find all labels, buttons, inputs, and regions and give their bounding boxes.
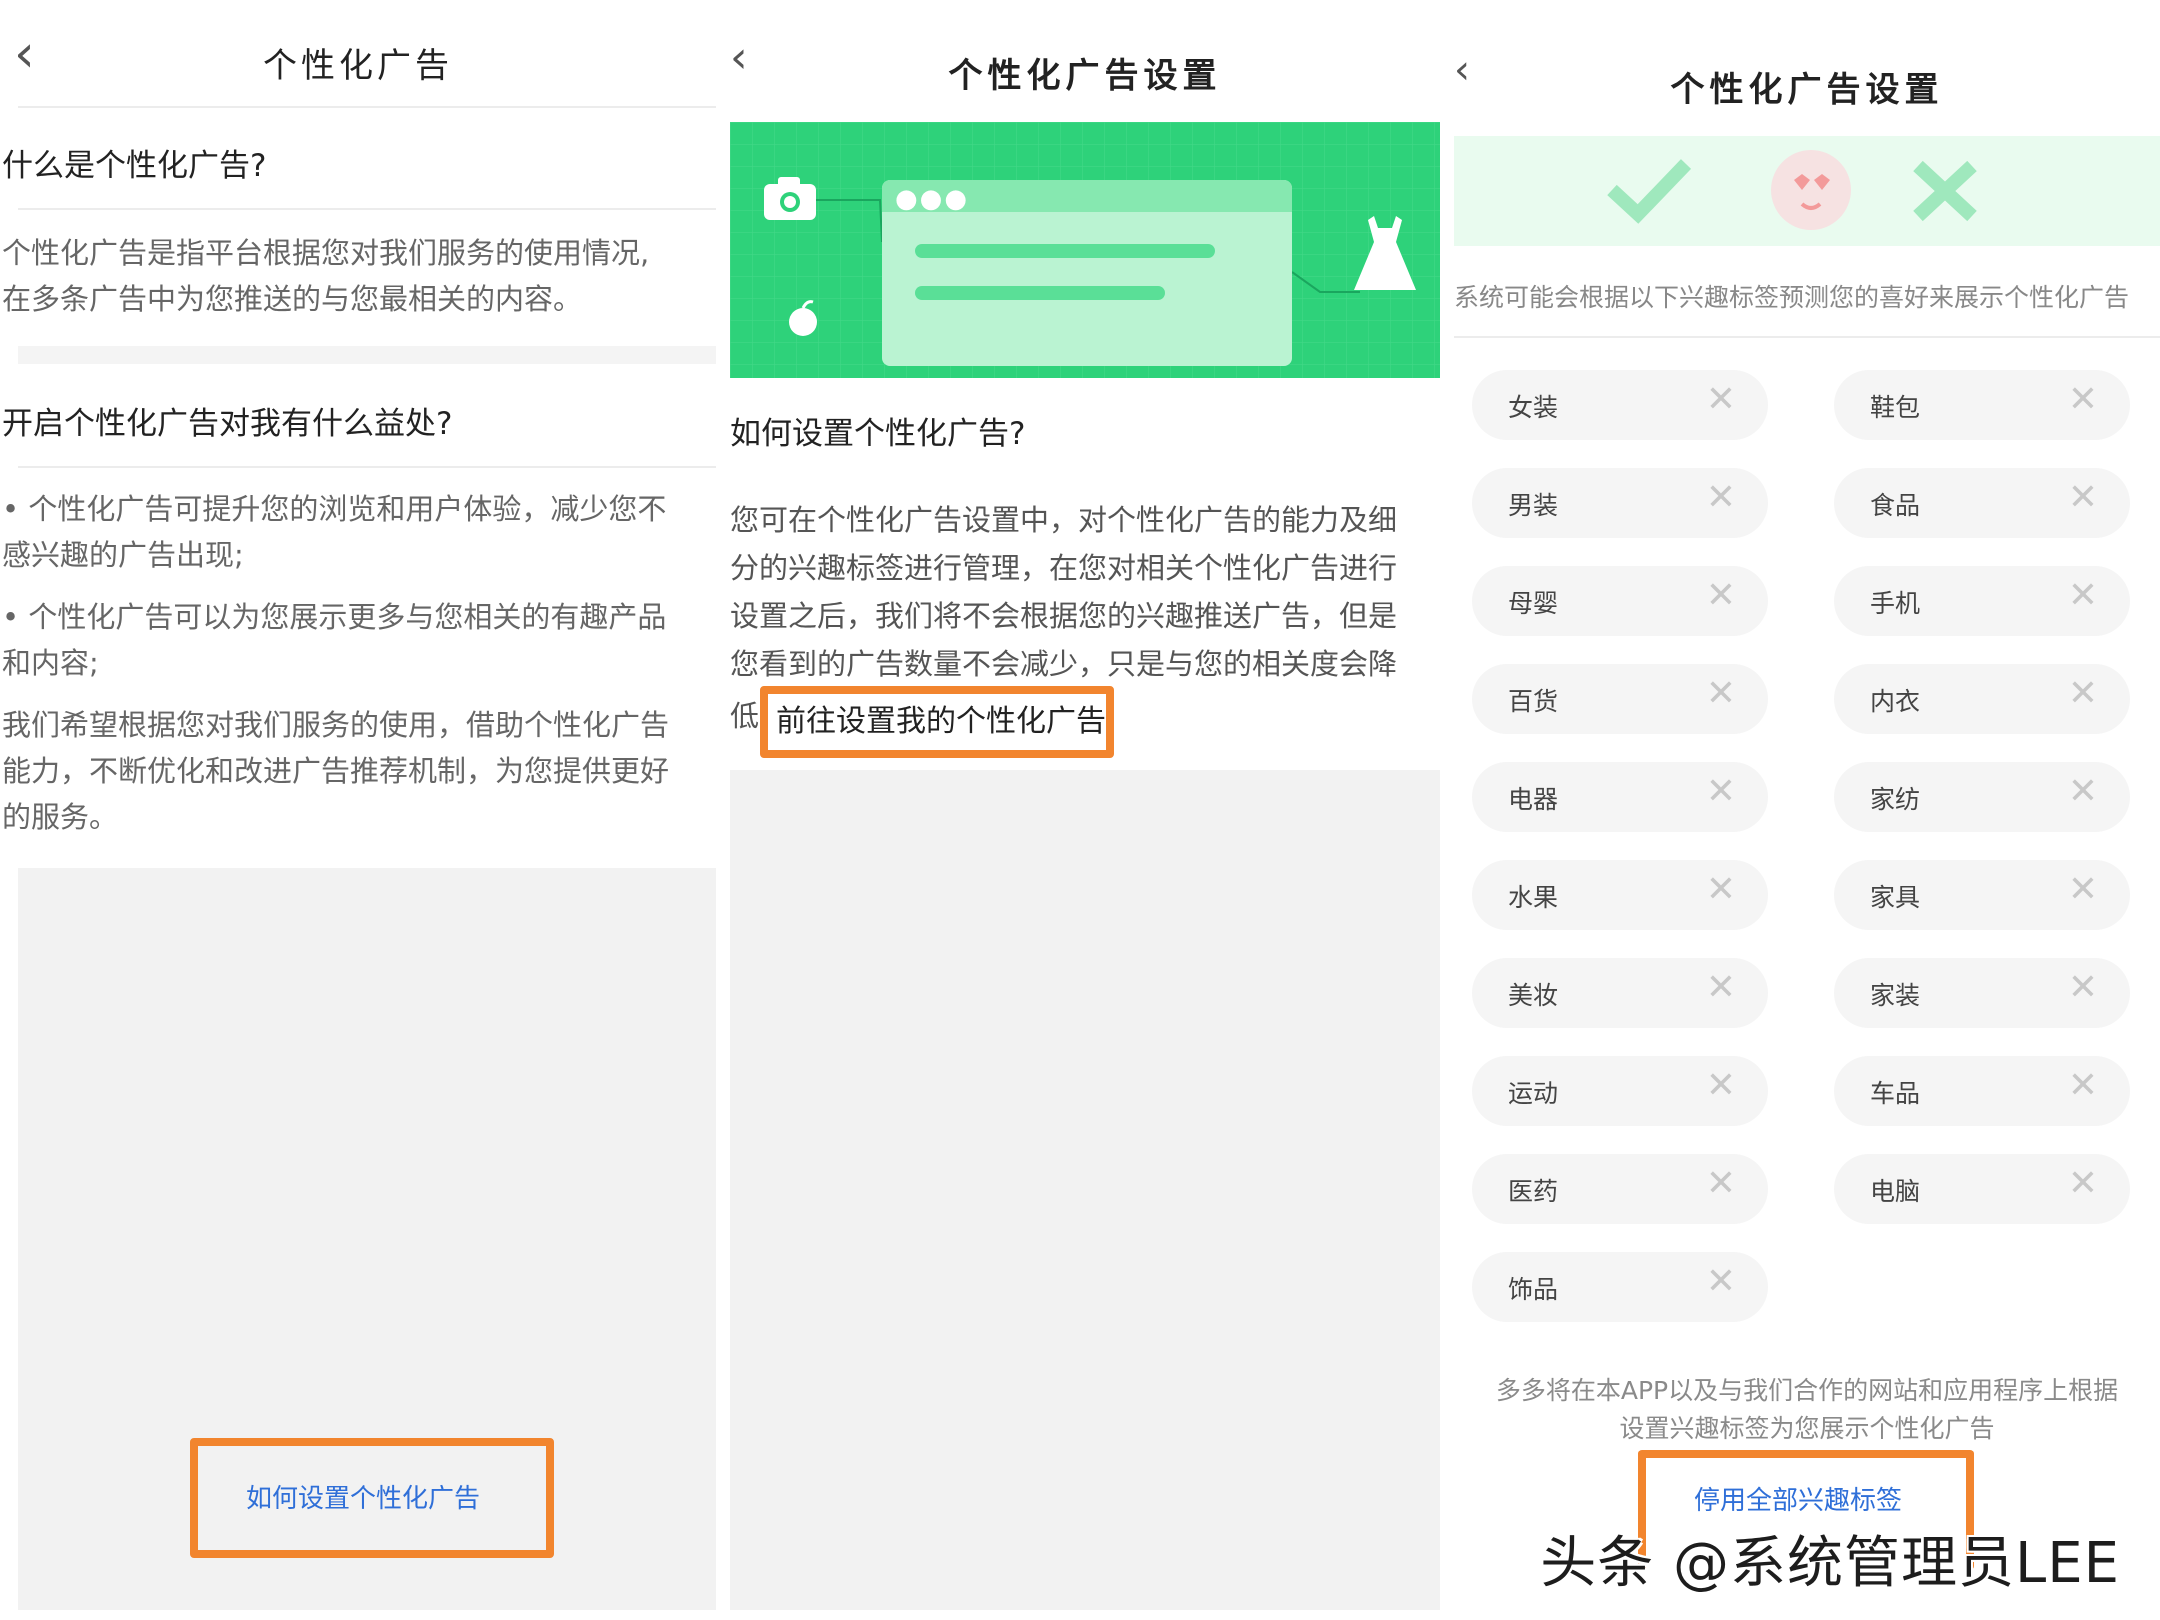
divider: [18, 466, 716, 468]
interest-tag-label: 饰品: [1508, 1275, 1559, 1304]
panel-interest-tags: ‹ 个性化广告设置 系统可能会根据以下兴趣标签预测您的喜好来展示个性化广告 女装…: [1454, 0, 2160, 1620]
guide-text-line: 分的兴趣标签进行管理，在您对相关个性化广告进行: [730, 551, 1398, 585]
divider: [18, 106, 716, 108]
guide-text-line: 设置之后，我们将不会根据您的兴趣推送广告，但是: [730, 599, 1398, 633]
go-to-settings-link[interactable]: 前往设置我的个性化广告: [776, 696, 1106, 740]
interest-tag-label: 医药: [1508, 1177, 1559, 1206]
guide-text-line: 您看到的广告数量不会减少，只是与您的相关度会降: [730, 647, 1398, 681]
interest-tag-label: 运动: [1508, 1079, 1559, 1108]
interest-tag-label: 家纺: [1870, 785, 1921, 814]
interest-tag-chip: 手机 ✕: [1834, 566, 2130, 636]
remove-tag-icon[interactable]: ✕: [1706, 1068, 1736, 1104]
interest-tag-chip: 饰品 ✕: [1472, 1252, 1768, 1322]
interest-tag-chip: 家具 ✕: [1834, 860, 2130, 930]
cross-icon: [1913, 160, 1977, 222]
interest-tag-label: 食品: [1870, 491, 1921, 520]
remove-tag-icon[interactable]: ✕: [1706, 480, 1736, 516]
remove-tag-icon[interactable]: ✕: [2068, 872, 2098, 908]
interest-tag-label: 水果: [1508, 883, 1559, 912]
interest-tag-chip: 内衣 ✕: [1834, 664, 2130, 734]
interest-tag-chip: 家纺 ✕: [1834, 762, 2130, 832]
benefit-list: • 个性化广告可提升您的浏览和用户体验，减少您不 感兴趣的广告出现; • 个性化…: [2, 492, 670, 834]
interest-tag-label: 内衣: [1870, 687, 1921, 716]
interest-tag-label: 家装: [1870, 981, 1921, 1010]
tag-banner: [1454, 136, 2160, 246]
remove-tag-icon[interactable]: ✕: [1706, 872, 1736, 908]
remove-tag-icon[interactable]: ✕: [2068, 578, 2098, 614]
remove-tag-icon[interactable]: ✕: [2068, 774, 2098, 810]
interest-tag-label: 美妆: [1508, 981, 1559, 1010]
heart-face-icon: [1771, 150, 1851, 230]
watermark: 头条 @系统管理员LEE: [1540, 1531, 2120, 1596]
interest-tag-label: 鞋包: [1870, 393, 1921, 422]
question-heading: 如何设置个性化广告?: [730, 416, 1026, 452]
divider: [18, 208, 716, 210]
interest-tag-label: 电器: [1508, 785, 1559, 814]
content-bar: [915, 244, 1215, 258]
interest-notice: 系统可能会根据以下兴趣标签预测您的喜好来展示个性化广告: [1454, 283, 2130, 312]
interest-tag-label: 百货: [1508, 687, 1559, 716]
page-title: 个性化广告: [263, 46, 453, 86]
remove-tag-icon[interactable]: ✕: [1706, 970, 1736, 1006]
interest-tag-label: 车品: [1870, 1079, 1921, 1108]
interest-tag-chip: 电器 ✕: [1472, 762, 1768, 832]
interest-tag-chip: 水果 ✕: [1472, 860, 1768, 930]
interest-tag-chip: 食品 ✕: [1834, 468, 2130, 538]
interest-tag-chip: 女装 ✕: [1472, 370, 1768, 440]
remove-tag-icon[interactable]: ✕: [2068, 480, 2098, 516]
footer-note: 多多将在本APP以及与我们合作的网站和应用程序上根据 设置兴趣标签为您展示个性化…: [1495, 1376, 2119, 1443]
guide-text-line: 您可在个性化广告设置中，对个性化广告的能力及细: [730, 503, 1398, 537]
remove-tag-icon[interactable]: ✕: [1706, 382, 1736, 418]
remove-tag-icon[interactable]: ✕: [1706, 578, 1736, 614]
page-title: 个性化广告设置: [948, 56, 1222, 96]
remove-tag-icon[interactable]: ✕: [2068, 676, 2098, 712]
interest-tag-label: 女装: [1508, 393, 1559, 422]
remove-tag-icon[interactable]: ✕: [1706, 774, 1736, 810]
remove-tag-icon[interactable]: ✕: [1706, 676, 1736, 712]
interest-tag-chip: 电脑 ✕: [1834, 1154, 2130, 1224]
interest-tag-chip: 百货 ✕: [1472, 664, 1768, 734]
interest-tag-label: 母婴: [1508, 589, 1559, 618]
dress-icon: [1354, 216, 1416, 290]
interest-tag-chip: 美妆 ✕: [1472, 958, 1768, 1028]
window-dots-icon: ●●●: [895, 184, 970, 214]
remove-tag-icon[interactable]: ✕: [1706, 1264, 1736, 1300]
remove-tag-icon[interactable]: ✕: [2068, 970, 2098, 1006]
check-icon: [1607, 159, 1692, 224]
interest-tag-chip: 家装 ✕: [1834, 958, 2130, 1028]
panel-ad-settings-guide: ‹ 个性化广告设置 ●●● 如何设置个性化广告? 您可在个性化广告设置中，对个性…: [730, 0, 1440, 1620]
answer-text: 个性化广告是指平台根据您对我们服务的使用情况, 在多条广告中为您推送的与您最相关…: [2, 236, 650, 316]
interest-tag-label: 男装: [1508, 491, 1559, 520]
interest-tag-chip: 鞋包 ✕: [1834, 370, 2130, 440]
section-gap: [18, 346, 716, 364]
interest-tag-chip: 运动 ✕: [1472, 1056, 1768, 1126]
interest-tag-chip: 男装 ✕: [1472, 468, 1768, 538]
question-heading: 什么是个性化广告?: [2, 148, 267, 184]
interest-tag-chip: 医药 ✕: [1472, 1154, 1768, 1224]
page-title: 个性化广告设置: [1670, 70, 1944, 110]
disable-all-tags-link[interactable]: 停用全部兴趣标签: [1694, 1480, 1902, 1517]
divider: [1454, 336, 2160, 338]
camera-icon: [764, 177, 816, 220]
content-bar: [915, 286, 1165, 300]
how-to-set-link[interactable]: 如何设置个性化广告: [246, 1478, 480, 1515]
interest-tag-label: 电脑: [1870, 1177, 1921, 1206]
panel-ad-intro: ‹ 个性化广告 什么是个性化广告? 个性化广告是指平台根据您对我们服务的使用情况…: [0, 0, 716, 1620]
content-area: [730, 770, 1440, 1610]
interest-tag-chip: 母婴 ✕: [1472, 566, 1768, 636]
remove-tag-icon[interactable]: ✕: [2068, 382, 2098, 418]
apple-icon: [789, 300, 817, 336]
interest-tag-chip: 车品 ✕: [1834, 1056, 2130, 1126]
remove-tag-icon[interactable]: ✕: [2068, 1068, 2098, 1104]
benefit-heading: 开启个性化广告对我有什么益处?: [2, 406, 453, 442]
remove-tag-icon[interactable]: ✕: [1706, 1166, 1736, 1202]
remove-tag-icon[interactable]: ✕: [2068, 1166, 2098, 1202]
interest-tag-label: 手机: [1870, 589, 1921, 618]
illustration-banner: ●●●: [730, 122, 1440, 378]
interest-tag-label: 家具: [1870, 883, 1921, 912]
